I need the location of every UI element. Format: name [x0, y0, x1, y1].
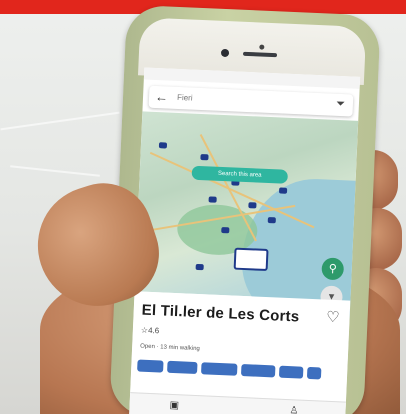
- map-marker[interactable]: [195, 263, 204, 271]
- map-marker[interactable]: [158, 142, 168, 149]
- map-marker[interactable]: [208, 196, 217, 203]
- map-view[interactable]: Search this area ⚲ ▾: [134, 111, 361, 322]
- map-selected-cluster[interactable]: [233, 247, 269, 272]
- map-marker[interactable]: [221, 226, 230, 234]
- map-marker[interactable]: [248, 202, 257, 209]
- search-this-area-button[interactable]: Search this area: [191, 165, 289, 184]
- place-hours: Open · 13 min walking: [140, 343, 200, 353]
- background-light-streak: [10, 165, 100, 177]
- person-icon[interactable]: ♙: [289, 405, 298, 414]
- smartphone: ← Fieri ⏷ Search this area ⚲ ▾ El Til.le…: [109, 4, 381, 414]
- phone-screen: ← Fieri ⏷ Search this area ⚲ ▾ El Til.le…: [129, 67, 361, 414]
- background-light-streak: [0, 111, 120, 131]
- filter-icon[interactable]: ⏷: [336, 98, 345, 111]
- map-marker[interactable]: [200, 154, 209, 161]
- tag-chip[interactable]: [201, 362, 238, 376]
- heart-icon[interactable]: ♡: [326, 308, 340, 327]
- search-query[interactable]: Fieri: [177, 93, 193, 103]
- map-marker[interactable]: [278, 187, 288, 194]
- bottom-navigation: ▣ ♙: [129, 392, 346, 414]
- tag-chip[interactable]: [240, 363, 276, 378]
- place-card[interactable]: El Til.ler de Les Corts ♡ ☆4.6 Open · 13…: [129, 291, 351, 414]
- tag-chips: [137, 359, 347, 382]
- place-title: El Til.ler de Les Corts: [141, 301, 300, 326]
- tag-chip[interactable]: [167, 360, 198, 375]
- tag-chip[interactable]: [137, 359, 164, 373]
- place-rating: ☆4.6: [140, 325, 160, 336]
- map-icon[interactable]: ▣: [169, 400, 179, 411]
- map-marker[interactable]: [267, 217, 276, 224]
- search-bar[interactable]: ← Fieri ⏷: [148, 85, 354, 117]
- earpiece-speaker: [242, 51, 278, 58]
- photo-scene: ← Fieri ⏷ Search this area ⚲ ▾ El Til.le…: [0, 0, 406, 414]
- tag-chip[interactable]: [278, 365, 304, 379]
- arrow-left-icon[interactable]: ←: [155, 89, 169, 105]
- tag-chip[interactable]: [306, 366, 322, 380]
- front-camera-icon: [220, 48, 230, 58]
- microphone-dot: [259, 44, 265, 50]
